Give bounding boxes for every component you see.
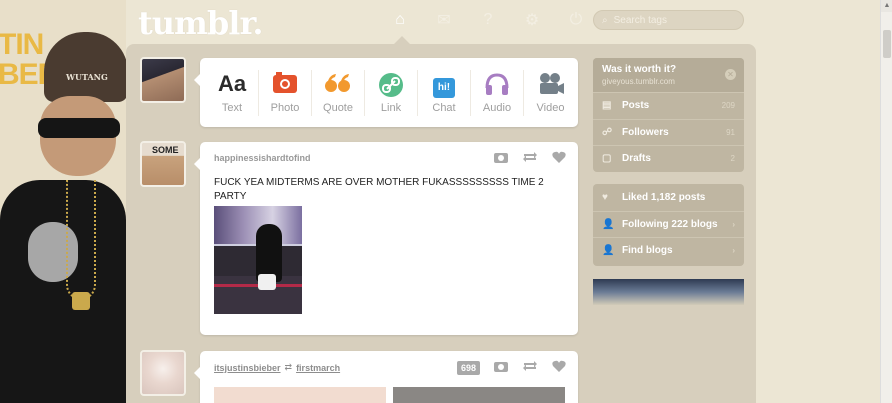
reblog-icon[interactable] <box>522 151 538 166</box>
background-shirt <box>0 180 126 403</box>
blog-links: ♥ Liked 1,182 posts 👤 Following 222 blog… <box>593 184 744 266</box>
post-photo[interactable] <box>214 206 302 314</box>
sidebar-banner-image[interactable] <box>593 279 744 305</box>
headphones-icon <box>484 72 510 96</box>
sidebar-item-posts[interactable]: ▤ Posts 209 <box>593 92 744 119</box>
post-type-label: Chat <box>432 101 456 114</box>
background-sunglasses <box>38 118 120 138</box>
post-type-text[interactable]: Aa Text <box>206 69 259 116</box>
post-type-link[interactable]: Link <box>365 69 418 116</box>
sidebar-item-label: Following 222 blogs <box>622 218 718 230</box>
post-avatar[interactable]: SOME <box>140 141 186 187</box>
add-person-icon: 👤 <box>602 245 615 257</box>
person-icon: 👤 <box>602 218 615 230</box>
blog-title: Was it worth it? <box>602 64 677 75</box>
post-type-chat[interactable]: hi! Chat <box>418 69 471 116</box>
post-author[interactable]: happinessishardtofind <box>214 153 311 163</box>
heart-icon[interactable] <box>552 151 566 166</box>
inbox-icon[interactable]: ✉ <box>434 10 454 30</box>
post-type-bar: Aa Text Photo Quote Link hi! Chat Audio … <box>194 58 578 127</box>
sidebar-item-label: Posts <box>622 100 650 112</box>
blog-summary: Was it worth it? giveyous.tumblr.com ✕ ▤… <box>593 58 744 172</box>
logout-icon[interactable]: ⏻ <box>566 10 586 30</box>
camera-icon[interactable] <box>494 151 508 166</box>
background-artwork: TIN BER WUTANG <box>0 0 126 403</box>
tumblr-logo[interactable]: tumblr. <box>138 4 263 42</box>
text-icon: Aa <box>217 70 247 96</box>
post-author[interactable]: itsjustinsbieber <box>214 363 281 373</box>
post-type-label: Quote <box>323 101 353 114</box>
panel-caret <box>394 36 410 44</box>
cap-text: WUTANG <box>66 72 108 82</box>
background-text-1: TIN <box>0 28 44 61</box>
background-chain <box>66 180 96 300</box>
heart-icon: ♥ <box>602 191 608 203</box>
link-icon <box>378 72 404 97</box>
sidebar-item-count: 91 <box>726 127 735 137</box>
post-card: happinessishardtofind FUCK YEA MIDTERMS … <box>194 142 578 335</box>
post-type-label: Audio <box>482 101 512 114</box>
search-box[interactable]: ⌕ <box>593 10 744 30</box>
post-type-photo[interactable]: Photo <box>259 69 312 116</box>
posts-icon: ▤ <box>602 100 612 112</box>
sidebar-item-label: Liked 1,182 posts <box>622 191 706 203</box>
post-type-label: Text <box>221 101 243 114</box>
page-scrollbar[interactable]: ▲ <box>880 0 892 403</box>
background-cap: WUTANG <box>44 32 126 102</box>
post-type-label: Photo <box>270 101 300 114</box>
sidebar-item-liked[interactable]: ♥ Liked 1,182 posts <box>593 184 744 211</box>
post-type-label: Link <box>380 101 402 114</box>
search-icon: ⌕ <box>602 14 608 26</box>
chevron-right-icon: › <box>732 246 735 256</box>
sidebar-item-count: 2 <box>730 154 735 164</box>
sidebar-item-following[interactable]: 👤 Following 222 blogs › <box>593 210 744 238</box>
post-card: itsjustinsbieber ⇄ firstmarch 698 <box>194 351 578 403</box>
reblog-small-icon: ⇄ <box>284 362 293 372</box>
scroll-thumb[interactable] <box>883 30 891 58</box>
help-icon[interactable]: ? <box>478 10 498 30</box>
post-photo[interactable] <box>393 387 565 403</box>
sidebar-item-count: 209 <box>721 101 735 111</box>
post-photo[interactable] <box>214 387 386 403</box>
blog-header[interactable]: Was it worth it? giveyous.tumblr.com ✕ <box>593 58 744 92</box>
camera-icon <box>272 71 298 96</box>
post-avatar[interactable] <box>140 350 186 396</box>
user-avatar[interactable] <box>140 57 186 103</box>
post-type-quote[interactable]: Quote <box>312 69 365 116</box>
sidebar-item-label: Find blogs <box>622 245 673 257</box>
home-icon[interactable]: ⌂ <box>390 10 410 30</box>
sidebar-item-drafts[interactable]: ▢ Drafts 2 <box>593 145 744 172</box>
followers-icon: ☍ <box>602 126 613 138</box>
settings-icon[interactable]: ⚙ <box>522 10 542 30</box>
post-type-label: Video <box>536 101 565 114</box>
sidebar-item-find-blogs[interactable]: 👤 Find blogs › <box>593 237 744 264</box>
top-nav: ⌂ ✉ ? ⚙ ⏻ <box>390 10 586 30</box>
sidebar-item-label: Drafts <box>622 153 651 165</box>
sidebar-item-followers[interactable]: ☍ Followers 91 <box>593 118 744 146</box>
chevron-right-icon: › <box>732 219 735 229</box>
chat-icon: hi! <box>432 72 456 98</box>
heart-icon[interactable] <box>552 360 566 375</box>
notes-count[interactable]: 698 <box>456 360 480 375</box>
blog-url: giveyous.tumblr.com <box>602 77 675 86</box>
reblogged-from[interactable]: firstmarch <box>296 363 340 373</box>
reblog-icon[interactable] <box>522 360 538 375</box>
sidebar-item-label: Followers <box>622 126 669 138</box>
scroll-up-arrow[interactable]: ▲ <box>881 0 892 12</box>
drafts-icon: ▢ <box>602 153 612 165</box>
video-camera-icon <box>537 72 565 96</box>
background-pendant <box>72 292 90 310</box>
post-type-audio[interactable]: Audio <box>471 69 524 116</box>
search-input[interactable] <box>613 14 734 26</box>
post-text: FUCK YEA MIDTERMS ARE OVER MOTHER FUKASS… <box>214 177 544 202</box>
avatar-text: SOME <box>152 145 179 155</box>
quote-icon <box>324 72 352 96</box>
post-type-video[interactable]: Video <box>524 70 577 116</box>
close-icon[interactable]: ✕ <box>725 69 736 80</box>
camera-icon[interactable] <box>494 360 508 375</box>
